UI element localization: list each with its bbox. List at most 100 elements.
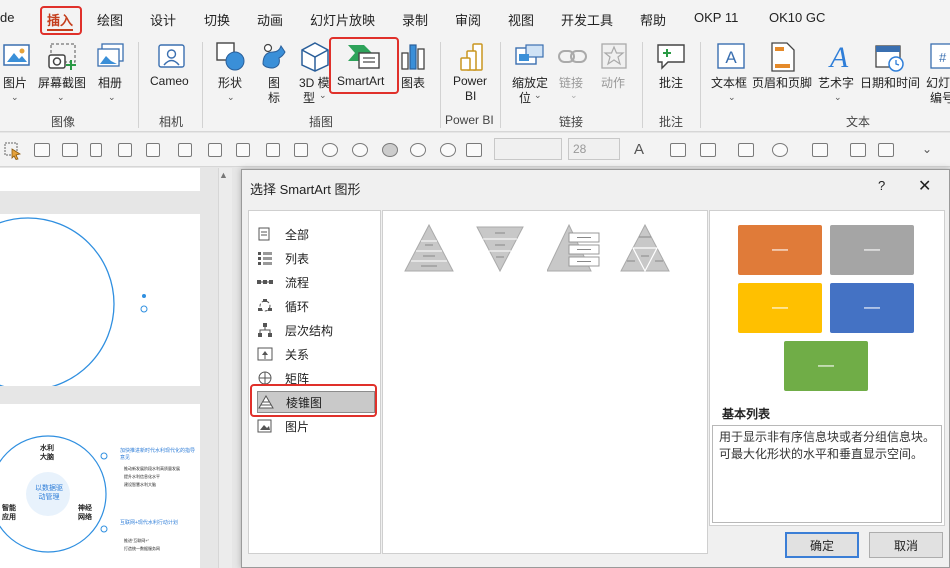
tab-okp[interactable]: OKP 11 [694, 10, 738, 25]
fill-color-icon[interactable] [700, 143, 716, 157]
picture-category-icon [257, 419, 272, 433]
tab-home-partial[interactable]: de [0, 10, 14, 25]
category-label: 循环 [285, 299, 310, 314]
basic-pyramid-thumbnail[interactable] [403, 223, 455, 273]
slide-panel-scrollbar[interactable] [218, 168, 232, 568]
category-list-type[interactable]: 列表 [257, 247, 375, 269]
toolbar-overflow-icon[interactable]: ⌄ [922, 142, 932, 156]
tab-record[interactable]: 录制 [402, 10, 428, 29]
font-name-combo[interactable] [494, 138, 562, 160]
picture-dropdown-icon[interactable]: ⌄ [11, 92, 19, 103]
edit-points-icon[interactable] [466, 143, 482, 157]
tab-design[interactable]: 设计 [150, 10, 176, 29]
ungroup-icon[interactable] [62, 143, 78, 157]
svg-text:A: A [828, 41, 849, 71]
align-middle-icon[interactable] [208, 143, 222, 157]
align-left-icon[interactable] [90, 143, 102, 157]
tab-developer[interactable]: 开发工具 [561, 10, 613, 29]
preview-box-blue: — [830, 283, 914, 333]
picture-button[interactable]: 图片 [3, 74, 27, 91]
slide-thumbnail-1-partial[interactable] [0, 168, 200, 191]
preview-title: 基本列表 [722, 407, 771, 421]
subtract-shapes-icon[interactable] [440, 143, 456, 157]
crop-icon[interactable] [850, 143, 866, 157]
line-color-icon[interactable] [738, 143, 754, 157]
category-cycle[interactable]: 循环 [257, 295, 375, 317]
combine-shapes-icon[interactable] [352, 143, 368, 157]
cameo-button[interactable]: Cameo [150, 74, 189, 88]
scroll-up-icon[interactable]: ▲ [219, 170, 228, 180]
link-dropdown-icon[interactable]: ⌄ [570, 90, 578, 101]
tab-transitions[interactable]: 切换 [204, 10, 230, 29]
align-center-icon[interactable] [118, 143, 132, 157]
screenshot-dropdown-icon[interactable]: ⌄ [57, 92, 65, 103]
text-box-format-icon[interactable] [670, 143, 686, 157]
powerbi-button[interactable]: Power [453, 74, 487, 88]
header-footer-button[interactable]: 页眉和页脚 [752, 74, 812, 91]
tab-draw[interactable]: 绘图 [97, 10, 123, 29]
intersect-shapes-icon[interactable] [410, 143, 426, 157]
help-icon[interactable]: ? [878, 178, 885, 193]
shape-style-icon[interactable] [772, 143, 788, 157]
powerbi-button-line2[interactable]: BI [465, 89, 476, 103]
slide-number-button-line2[interactable]: 编号 [930, 89, 950, 106]
tab-animations[interactable]: 动画 [257, 10, 283, 29]
hierarchy-icon [258, 323, 272, 337]
zoom-dropdown-icon[interactable]: ⌄ [534, 90, 542, 101]
tab-ok10gc[interactable]: OK10 GC [769, 10, 825, 25]
group-icon[interactable] [34, 143, 50, 157]
pyramid-list-thumbnail[interactable] [547, 223, 603, 273]
shapes-button[interactable]: 形状 [218, 74, 242, 91]
inverted-pyramid-thumbnail[interactable] [475, 225, 525, 273]
font-color-icon[interactable]: A [634, 141, 644, 158]
slide-thumbnail-3[interactable]: 水利大脑 以数据驱动管理 智能应用 神经网络 加快推进新时代水利现代化的指导意见… [0, 404, 200, 568]
cancel-button[interactable]: 取消 [869, 532, 943, 558]
datetime-button[interactable]: 日期和时间 [860, 74, 920, 91]
distribute-horizontal-icon[interactable] [266, 143, 280, 157]
segmented-pyramid-thumbnail[interactable] [619, 223, 671, 273]
3d-model-dropdown-icon[interactable]: ⌄ [319, 90, 327, 101]
align-bottom-icon[interactable] [236, 143, 250, 157]
ribbon-separator [500, 42, 501, 128]
tab-review[interactable]: 审阅 [455, 10, 481, 29]
icons-button-line2[interactable]: 标 [268, 89, 280, 106]
category-picture[interactable]: 图片 [257, 415, 375, 437]
slide-thumbnail-2[interactable] [0, 214, 200, 391]
link-button[interactable]: 链接 [559, 74, 583, 91]
wordart-button[interactable]: 艺术字 [818, 74, 854, 91]
shapes-dropdown-icon[interactable]: ⌄ [227, 92, 235, 103]
3d-model-button-line2[interactable]: 型 [303, 89, 315, 106]
select-pointer-icon[interactable] [4, 142, 22, 160]
textbox-dropdown-icon[interactable]: ⌄ [728, 92, 736, 103]
category-process[interactable]: 流程 [257, 271, 375, 293]
align-right-icon[interactable] [146, 143, 160, 157]
union-shapes-icon[interactable] [322, 143, 338, 157]
zoom-button-line2[interactable]: 位 [519, 89, 531, 106]
tab-slideshow[interactable]: 幻灯片放映 [310, 10, 375, 29]
category-label: 关系 [285, 347, 310, 362]
close-icon[interactable]: ✕ [918, 176, 931, 196]
align-top-icon[interactable] [178, 143, 192, 157]
category-relationship[interactable]: 关系 [257, 343, 375, 365]
fragment-shapes-icon[interactable] [382, 143, 398, 157]
distribute-vertical-icon[interactable] [294, 143, 308, 157]
album-dropdown-icon[interactable]: ⌄ [108, 92, 116, 103]
category-all[interactable]: 全部 [257, 223, 375, 245]
screenshot-button[interactable]: 屏幕截图 [38, 74, 86, 91]
preview-description: 用于显示非有序信息块或者分组信息块。可最大化形状的水平和垂直显示空间。 [712, 425, 942, 523]
album-button[interactable]: 相册 [98, 74, 122, 91]
font-size-combo[interactable]: 28 [568, 138, 620, 160]
tab-help[interactable]: 帮助 [640, 10, 666, 29]
highlight-insert-tab [40, 6, 82, 35]
category-hierarchy[interactable]: 层次结构 [257, 319, 375, 341]
textbox-button[interactable]: 文本框 [711, 74, 747, 91]
wordart-dropdown-icon[interactable]: ⌄ [834, 92, 842, 103]
ok-button[interactable]: 确定 [785, 532, 859, 558]
shape-effects-icon[interactable] [812, 143, 828, 157]
chart-button[interactable]: 图表 [401, 74, 425, 91]
text-effects-icon[interactable] [878, 143, 894, 157]
cameo-icon [158, 44, 185, 68]
comment-button[interactable]: 批注 [659, 74, 683, 91]
tab-view[interactable]: 视图 [508, 10, 534, 29]
action-button[interactable]: 动作 [601, 74, 625, 91]
